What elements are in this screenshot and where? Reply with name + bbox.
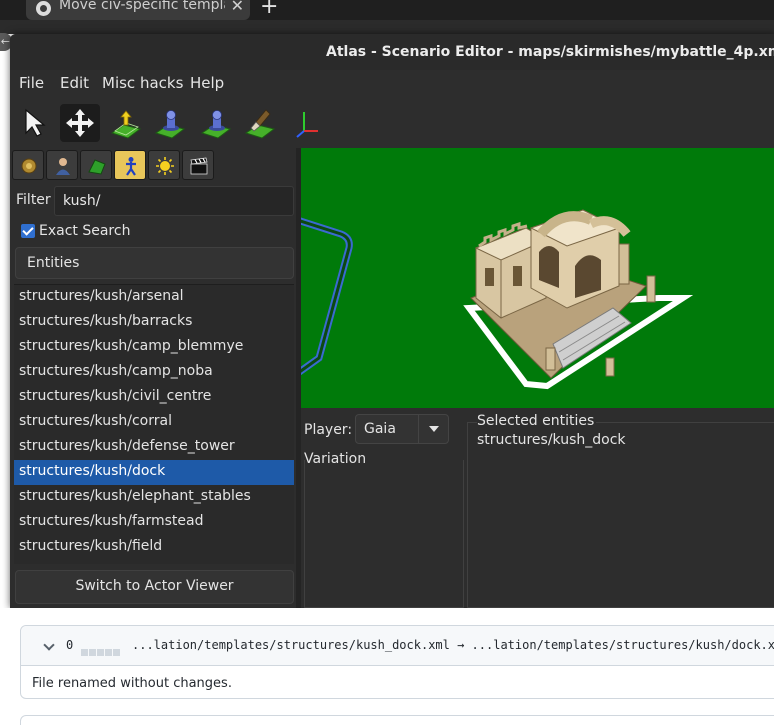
transform-tool-button[interactable] bbox=[60, 104, 100, 142]
new-tab-button[interactable]: + bbox=[260, 0, 278, 19]
object-panel: Filter Exact Search Entities structures/… bbox=[10, 148, 296, 608]
select-tool-button[interactable] bbox=[16, 104, 56, 142]
viewport-scene bbox=[301, 209, 694, 390]
filter-label: Filter bbox=[16, 192, 51, 208]
file-rename-message: File renamed without changes. bbox=[32, 676, 232, 691]
entity-list-item[interactable]: structures/kush/civil_centre bbox=[14, 385, 294, 410]
selected-entity-value[interactable]: structures/kush_dock bbox=[477, 432, 626, 448]
paint-brush-icon bbox=[244, 109, 276, 139]
atlas-window: Atlas - Scenario Editor - maps/skirmishe… bbox=[10, 34, 774, 608]
tab-terrain[interactable] bbox=[80, 150, 112, 180]
entity-list-item[interactable]: structures/kush/field bbox=[14, 535, 294, 560]
close-tab-icon[interactable]: ✕ bbox=[231, 0, 244, 15]
menu-bar: File Edit Misc hacks Help bbox=[10, 70, 774, 96]
file-header: 0 ...lation/templates/structures/kush_do… bbox=[21, 626, 774, 666]
github-icon bbox=[36, 1, 51, 16]
axis-gizmo-icon bbox=[296, 112, 318, 138]
entity-list-item[interactable]: structures/kush/farmstead bbox=[14, 510, 294, 535]
elevation-tool-button[interactable] bbox=[106, 104, 146, 142]
entity-list-item[interactable]: structures/kush/dock bbox=[14, 460, 294, 485]
player-select-value: Gaia bbox=[364, 421, 396, 437]
browser-toolbar-strip bbox=[0, 20, 774, 34]
terrain-icon bbox=[88, 159, 106, 175]
chevron-down-icon[interactable] bbox=[43, 639, 55, 651]
player-select[interactable]: Gaia bbox=[355, 414, 449, 444]
variation-box bbox=[304, 460, 464, 608]
cursor-icon bbox=[25, 108, 46, 137]
player-label: Player: bbox=[304, 422, 353, 438]
smooth-tool-button[interactable] bbox=[150, 104, 190, 142]
game-viewport[interactable] bbox=[301, 148, 774, 408]
exact-search-checkbox[interactable] bbox=[21, 224, 35, 238]
selected-entities-label: Selected entities bbox=[477, 413, 597, 429]
entity-list-item[interactable]: structures/kush/elephant_stables bbox=[14, 485, 294, 510]
entity-list-item[interactable]: structures/kush/corral bbox=[14, 410, 294, 435]
entity-list-item[interactable]: structures/kush/camp_noba bbox=[14, 360, 294, 385]
clapperboard-icon bbox=[190, 157, 208, 175]
entity-list-item[interactable]: structures/kush/arsenal bbox=[14, 285, 294, 310]
flatten-terrain-icon bbox=[200, 110, 232, 139]
entity-list-item[interactable]: structures/kush/barracks bbox=[14, 310, 294, 335]
filter-input[interactable] bbox=[54, 186, 294, 216]
sun-icon bbox=[156, 157, 174, 175]
window-titlebar[interactable]: Atlas - Scenario Editor - maps/skirmishe… bbox=[10, 34, 774, 70]
map-settings-icon bbox=[21, 158, 37, 174]
tab-object[interactable] bbox=[114, 150, 146, 180]
chevron-down-icon[interactable] bbox=[418, 415, 448, 443]
paint-terrain-tool-button[interactable] bbox=[240, 104, 280, 142]
menu-misc-hacks[interactable]: Misc hacks bbox=[102, 74, 183, 92]
github-diff-page: 0 ...lation/templates/structures/kush_do… bbox=[0, 608, 774, 725]
tab-environment[interactable] bbox=[148, 150, 180, 180]
entity-list-item[interactable]: structures/kush/defense_tower bbox=[14, 435, 294, 460]
smooth-terrain-icon bbox=[154, 110, 186, 139]
next-file-box bbox=[20, 715, 774, 725]
entity-list-item[interactable]: structures/kush/camp_blemmye bbox=[14, 335, 294, 360]
unit-figure-icon bbox=[126, 157, 136, 176]
selected-entities-box bbox=[467, 422, 774, 608]
variation-label: Variation bbox=[304, 451, 367, 467]
browser-tab[interactable]: Move civ-specific templa ✕ bbox=[26, 0, 250, 20]
properties-panel: Player: Gaia Variation Selected entities… bbox=[301, 408, 774, 608]
menu-edit[interactable]: Edit bbox=[60, 74, 89, 92]
window-title: Atlas - Scenario Editor - maps/skirmishe… bbox=[326, 44, 774, 60]
tab-map[interactable] bbox=[12, 150, 44, 180]
entities-dropdown[interactable]: Entities bbox=[15, 247, 294, 279]
switch-to-actor-viewer-button[interactable]: Switch to Actor Viewer bbox=[15, 570, 294, 604]
tab-player[interactable] bbox=[46, 150, 78, 180]
file-diff-box: 0 ...lation/templates/structures/kush_do… bbox=[20, 625, 774, 699]
menu-file[interactable]: File bbox=[19, 74, 44, 92]
raise-terrain-icon bbox=[110, 110, 142, 139]
diffstat-blocks bbox=[81, 641, 121, 660]
exact-search-label[interactable]: Exact Search bbox=[39, 223, 130, 239]
player-icon bbox=[56, 158, 70, 175]
toolbar bbox=[10, 96, 774, 148]
axis-tool-button[interactable] bbox=[288, 104, 328, 142]
browser-tab-title: Move civ-specific templa bbox=[59, 0, 225, 13]
renamed-file-path[interactable]: ...lation/templates/structures/kush_dock… bbox=[132, 638, 774, 652]
move-arrows-icon bbox=[66, 109, 94, 137]
flatten-tool-button[interactable] bbox=[196, 104, 236, 142]
diff-count: 0 bbox=[66, 638, 74, 652]
menu-help[interactable]: Help bbox=[190, 74, 224, 92]
entity-list[interactable]: structures/kush/arsenal structures/kush/b… bbox=[14, 284, 294, 564]
tab-cinema[interactable] bbox=[182, 150, 214, 180]
